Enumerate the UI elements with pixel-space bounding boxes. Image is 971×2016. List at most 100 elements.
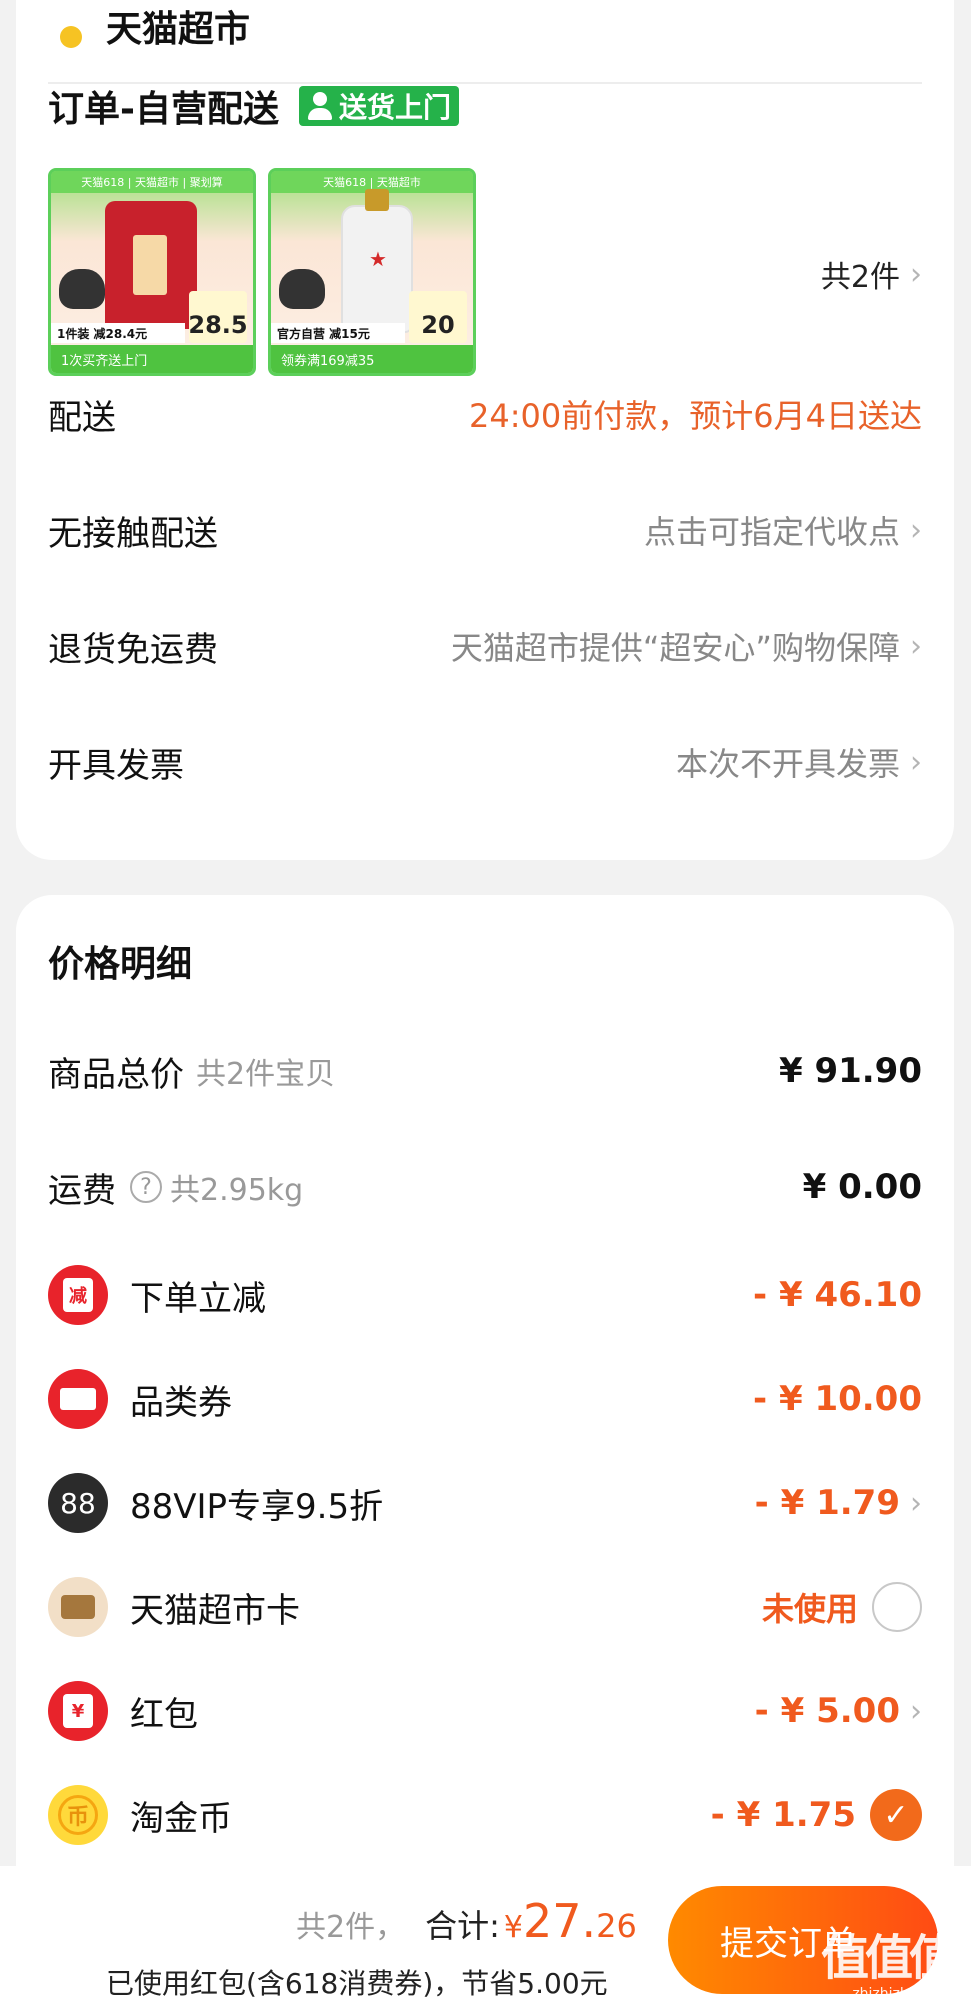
return-shipping-value-text: 天猫超市提供“超安心”购物保障 (450, 629, 900, 667)
discount-label-text: 淘金币 (130, 1798, 232, 1839)
product-thumbnail-liquor[interactable]: 天猫618 | 天猫超市 官方自营 减15元 20 领券满169减35 (268, 168, 476, 376)
watermark-url: zhizhizhi.com (852, 1986, 947, 2002)
tmall-cat-icon (279, 269, 325, 309)
store-header[interactable]: 天猫超市 (48, 0, 922, 84)
invoice-value: 本次不开具发票 › (676, 739, 922, 785)
product-bottom-strip: 领券满169减35 (271, 345, 473, 373)
delivery-estimate: 24:00前付款，预计6月4日送达 (469, 397, 922, 435)
watermark-logo: 值值值 zhizhizhi.com (803, 1912, 957, 2002)
product-promo: 1件装 减28.4元 (51, 323, 185, 343)
price-detail-card: 价格明细 商品总价 共2件宝贝 ¥ 91.90 运费 ? 共2.95kg ¥ 0… (16, 895, 954, 2016)
discount-row-red-packet[interactable]: ¥ 红包 - ¥ 5.00 › (48, 1681, 922, 1741)
checkout-footer: 共2件， 合计: ¥ 27. 26 已使用红包(含618消费券)，节省5.00元… (0, 1866, 971, 2016)
discount-amount: - ¥ 1.79 (754, 1483, 900, 1523)
88vip-icon: 88 (48, 1473, 108, 1533)
discount-label-text: 红包 (130, 1694, 198, 1735)
store-name: 天猫超市 (106, 9, 251, 50)
order-card: 天猫超市 订单-自营配送 送货上门 天猫618 | 天猫超市 | 聚划算 1件装… (16, 0, 954, 860)
product-bottom-strip: 1次买齐送上门 (51, 345, 253, 373)
return-shipping-label: 退货免运费 (48, 629, 218, 670)
order-section-title: 订单-自营配送 送货上门 (48, 80, 459, 132)
invoice-label: 开具发票 (48, 745, 184, 786)
discount-amount: - ¥ 10.00 (753, 1379, 922, 1419)
contactless-row[interactable]: 无接触配送 点击可指定代收点 › (48, 500, 922, 560)
red-packet-icon: ¥ (48, 1681, 108, 1741)
discount-label: 减 下单立减 (48, 1265, 266, 1325)
discount-value: - ¥ 5.00 › (755, 1691, 922, 1731)
products-count-link[interactable]: 共2件 › (821, 252, 922, 296)
footer-total-label: 合计: (425, 1907, 500, 1945)
discount-label: 天猫超市卡 (48, 1577, 300, 1637)
gold-coin-icon: 币 (48, 1785, 108, 1845)
home-delivery-badge-label: 送货上门 (338, 91, 451, 124)
discount-value: - ¥ 1.75 ✓ (711, 1789, 922, 1841)
savings-note: 已使用红包(含618消费券)，节省5.00元 (106, 1967, 608, 2000)
delivery-row: 配送 24:00前付款，预计6月4日送达 (48, 384, 922, 444)
discount-amount: - ¥ 5.00 (754, 1691, 900, 1731)
tmall-cat-icon (59, 269, 105, 309)
chevron-right-icon: › (910, 1693, 922, 1729)
liquor-bottle-image (341, 189, 413, 333)
discount-label-text: 品类券 (130, 1382, 232, 1423)
discount-row-supermarket-card[interactable]: 天猫超市卡 未使用 (48, 1577, 922, 1637)
chevron-right-icon: › (910, 1485, 922, 1521)
product-thumbnail-rice[interactable]: 天猫618 | 天猫超市 | 聚划算 1件装 减28.4元 28.5 1次买齐送… (48, 168, 256, 376)
footer-item-count: 共2件， (296, 1910, 406, 1945)
discount-row-gold-coin[interactable]: 币 淘金币 - ¥ 1.75 ✓ (48, 1785, 922, 1845)
contactless-value-text: 点击可指定代收点 (643, 513, 900, 551)
discount-amount: - ¥ 46.10 (753, 1275, 922, 1315)
shipping-amount: ¥ 0.00 (802, 1167, 922, 1207)
discount-row-coupon: 品类券 - ¥ 10.00 (48, 1369, 922, 1429)
chevron-right-icon: › (910, 744, 922, 780)
product-price: 20 (409, 291, 467, 343)
shipping-label-text: 运费 (48, 1170, 116, 1211)
watermark-glyph: 值值值 (820, 1930, 957, 1986)
goods-total-row: 商品总价 共2件宝贝 ¥ 91.90 (48, 1041, 922, 1101)
invoice-value-text: 本次不开具发票 (675, 745, 900, 783)
store-icon (60, 26, 82, 48)
person-icon (307, 91, 333, 121)
goods-total-amount: ¥ 91.90 (778, 1051, 922, 1091)
goods-total-sub: 共2件宝贝 (196, 1057, 336, 1092)
discount-row-instant: 减 下单立减 - ¥ 46.10 (48, 1265, 922, 1325)
discount-label-text: 88VIP专享9.5折 (130, 1486, 384, 1527)
discount-label: ¥ 红包 (48, 1681, 198, 1741)
discount-label: 币 淘金币 (48, 1785, 232, 1845)
shipping-row: 运费 ? 共2.95kg ¥ 0.00 (48, 1157, 922, 1217)
coupon-icon (48, 1369, 108, 1429)
footer-total-int: 27. (522, 1894, 597, 1948)
checkmark-icon[interactable]: ✓ (870, 1789, 922, 1841)
home-delivery-badge: 送货上门 (298, 86, 459, 126)
invoice-row[interactable]: 开具发票 本次不开具发票 › (48, 732, 922, 792)
rice-bag-image (105, 201, 197, 329)
discount-value: 未使用 (762, 1582, 922, 1632)
discount-label-text: 下单立减 (130, 1278, 266, 1319)
discount-row-88vip[interactable]: 88 88VIP专享9.5折 - ¥ 1.79 › (48, 1473, 922, 1533)
instant-discount-icon: 减 (48, 1265, 108, 1325)
contactless-value: 点击可指定代收点 › (644, 507, 922, 553)
chevron-right-icon: › (910, 256, 922, 292)
order-total: 共2件， 合计: ¥ 27. 26 (296, 1894, 637, 1948)
goods-total-label-text: 商品总价 (48, 1054, 184, 1095)
footer-total-dec: 26 (596, 1907, 637, 1945)
discount-label: 品类券 (48, 1369, 232, 1429)
shipping-weight: 共2.95kg (170, 1173, 304, 1208)
chevron-right-icon: › (910, 512, 922, 548)
price-detail-title: 价格明细 (48, 944, 193, 985)
contactless-label: 无接触配送 (48, 513, 218, 554)
products-count: 共2件 (820, 260, 900, 295)
product-top-strip: 天猫618 | 天猫超市 | 聚划算 (51, 171, 253, 193)
question-icon[interactable]: ? (130, 1171, 162, 1203)
discount-amount: - ¥ 1.75 (710, 1795, 856, 1835)
radio-unchecked-icon[interactable] (872, 1582, 922, 1632)
card-icon (48, 1577, 108, 1637)
discount-value: - ¥ 1.79 › (755, 1483, 922, 1523)
goods-total-label: 商品总价 共2件宝贝 (48, 1047, 335, 1096)
product-price: 28.5 (188, 291, 248, 343)
discount-label-text: 天猫超市卡 (130, 1590, 300, 1631)
order-type-label: 订单-自营配送 (48, 89, 279, 130)
return-shipping-row[interactable]: 退货免运费 天猫超市提供“超安心”购物保障 › (48, 616, 922, 676)
footer-currency: ¥ (503, 1910, 523, 1945)
shipping-label: 运费 ? 共2.95kg (48, 1163, 303, 1212)
product-thumbnails[interactable]: 天猫618 | 天猫超市 | 聚划算 1件装 减28.4元 28.5 1次买齐送… (48, 168, 476, 376)
